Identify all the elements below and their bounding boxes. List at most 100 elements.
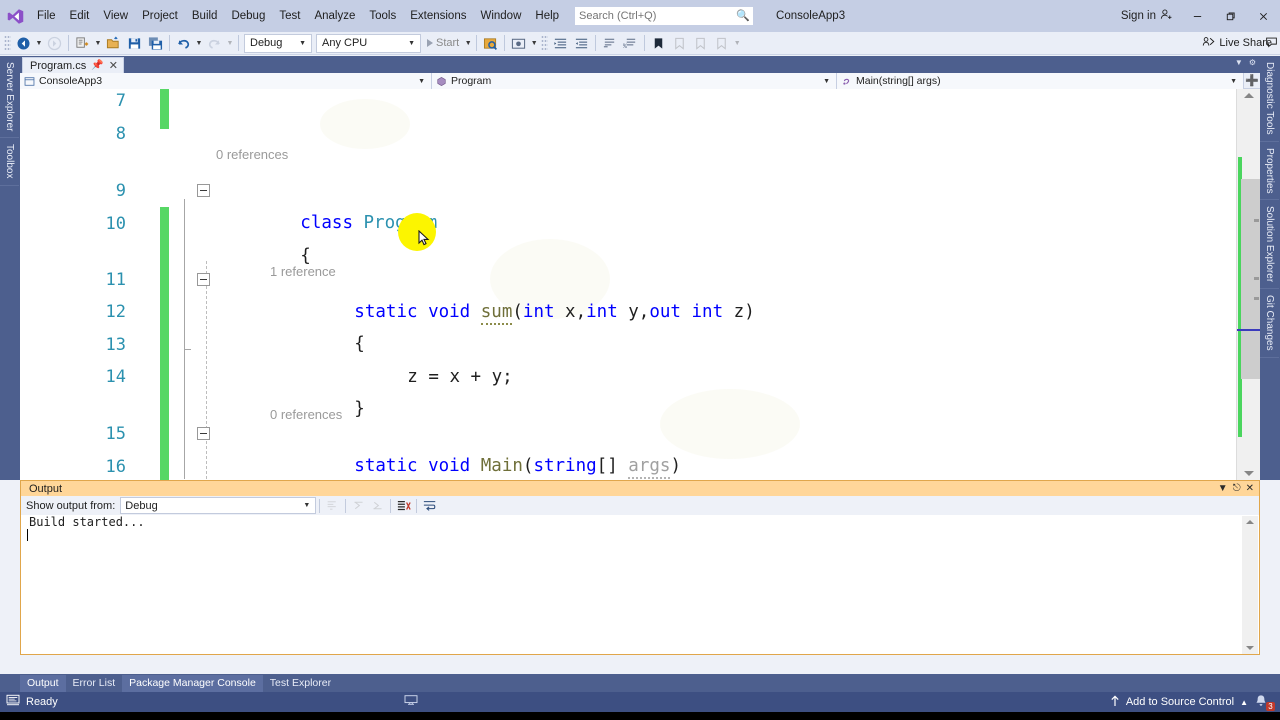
output-toolbar-separator-3 <box>390 498 392 513</box>
fold-toggle-sum[interactable] <box>197 273 210 286</box>
indent-icon[interactable] <box>550 33 571 54</box>
uncomment-icon[interactable]: % <box>620 33 641 54</box>
solution-configuration-combo[interactable]: Debug ▼ <box>244 33 312 53</box>
output-source-combo[interactable]: Debug ▼ <box>120 497 317 514</box>
menu-tools[interactable]: Tools <box>362 5 403 27</box>
chevron-down-icon[interactable]: ▼ <box>1218 483 1228 494</box>
sign-in-button[interactable]: Sign in <box>1113 8 1181 24</box>
undo-dropdown[interactable]: ▼ <box>194 33 204 54</box>
snapshot-icon[interactable] <box>508 33 529 54</box>
redo-icon <box>204 33 225 54</box>
start-dropdown[interactable]: ▼ <box>463 33 473 54</box>
add-to-source-control-label[interactable]: Add to Source Control <box>1126 696 1234 708</box>
fold-toggle-main[interactable] <box>197 427 210 440</box>
code-line-row[interactable]: 10 <box>20 208 1236 240</box>
split-view-icon[interactable]: ➕ <box>1244 73 1260 88</box>
scroll-up-arrow-icon[interactable] <box>1246 520 1254 524</box>
close-button[interactable] <box>1247 0 1280 32</box>
menu-analyze[interactable]: Analyze <box>307 5 362 27</box>
menu-file[interactable]: File <box>30 5 63 27</box>
navbar-project-combo[interactable]: ConsoleApp3 ▼ <box>20 73 432 89</box>
navigate-back-dropdown[interactable]: ▼ <box>34 33 44 54</box>
toolbar-grip[interactable] <box>4 35 11 51</box>
scroll-up-arrow-icon[interactable] <box>1244 93 1254 98</box>
dock-tab-diagnostic-tools[interactable]: Diagnostic Tools <box>1260 56 1279 142</box>
pin-icon[interactable]: 📌 <box>91 60 103 71</box>
menu-edit[interactable]: Edit <box>63 5 97 27</box>
feedback-icon[interactable] <box>1261 32 1280 53</box>
scroll-down-arrow-icon[interactable] <box>1244 471 1254 476</box>
menu-view[interactable]: View <box>96 5 135 27</box>
dock-tab-test-explorer[interactable]: Test Explorer <box>263 675 338 692</box>
scroll-down-arrow-icon[interactable] <box>1246 646 1254 650</box>
dock-tab-error-list[interactable]: Error List <box>66 675 123 692</box>
new-project-dropdown[interactable]: ▼ <box>93 33 103 54</box>
new-project-icon[interactable] <box>72 33 93 54</box>
dock-tab-git-changes[interactable]: Git Changes <box>1260 289 1279 358</box>
search-input[interactable] <box>579 10 735 22</box>
toolbar-overflow[interactable]: ▼ <box>732 33 742 54</box>
editor-vertical-scrollbar[interactable] <box>1236 89 1260 480</box>
menu-extensions[interactable]: Extensions <box>403 5 473 27</box>
editor-tab-program-cs[interactable]: Program.cs 📌 ✕ <box>22 57 124 73</box>
outdent-icon[interactable] <box>571 33 592 54</box>
undo-icon[interactable] <box>173 33 194 54</box>
code-line-row[interactable]: 12 <box>20 296 1236 328</box>
dock-tab-toolbox[interactable]: Toolbox <box>0 138 19 186</box>
dock-tab-solution-explorer[interactable]: Solution Explorer <box>1260 200 1279 290</box>
chevron-down-icon[interactable]: ▼ <box>1235 58 1243 67</box>
show-output-from-label: Show output from: <box>26 499 116 512</box>
code-line-row[interactable]: 16 <box>20 451 1236 480</box>
start-debug-button[interactable]: Start <box>423 33 463 54</box>
chevron-up-icon[interactable]: ▲ <box>1240 698 1248 707</box>
solution-platform-combo[interactable]: Any CPU ▼ <box>316 33 421 53</box>
code-editor[interactable]: 7 8 0 references 9 class Program 10 { <box>20 89 1260 480</box>
code-text-area[interactable]: 7 8 0 references 9 class Program 10 { <box>20 89 1236 480</box>
toolbar-grip-2[interactable] <box>541 35 549 51</box>
chevron-down-icon: ▼ <box>1230 77 1237 85</box>
restore-button[interactable] <box>1214 0 1247 32</box>
dock-tab-package-manager-console[interactable]: Package Manager Console <box>122 675 263 692</box>
snapshot-dropdown[interactable]: ▼ <box>529 33 539 54</box>
menu-project[interactable]: Project <box>135 5 185 27</box>
open-file-icon[interactable] <box>103 33 124 54</box>
toggle-word-wrap-icon[interactable] <box>420 497 439 515</box>
comment-icon[interactable] <box>599 33 620 54</box>
save-all-icon[interactable] <box>145 33 166 54</box>
output-panel-body[interactable]: Build started... <box>20 515 1260 655</box>
gear-icon[interactable]: ⚙ <box>1249 58 1256 67</box>
dock-tab-server-explorer[interactable]: Server Explorer <box>0 56 19 139</box>
code-line-row[interactable]: 14 <box>20 361 1236 393</box>
save-icon[interactable] <box>124 33 145 54</box>
minimize-button[interactable] <box>1181 0 1214 32</box>
menu-help[interactable]: Help <box>528 5 566 27</box>
token-brace: } <box>354 399 365 419</box>
code-line-row[interactable]: 7 <box>20 89 1236 117</box>
pin-icon[interactable]: ⎋ <box>1233 483 1241 494</box>
quick-launch-search[interactable]: 🔍 <box>574 6 755 26</box>
publish-icon[interactable] <box>404 693 418 711</box>
menu-test[interactable]: Test <box>272 5 307 27</box>
close-icon[interactable]: ✕ <box>109 59 118 72</box>
menu-build[interactable]: Build <box>185 5 225 27</box>
notifications-button[interactable]: 3 <box>1254 694 1275 711</box>
navbar-member-combo[interactable]: Main(string[] args) ▼ <box>837 73 1244 89</box>
line-number: 7 <box>115 91 126 111</box>
close-icon[interactable]: ✕ <box>1246 483 1254 494</box>
dock-tab-properties[interactable]: Properties <box>1260 142 1279 201</box>
code-line-row[interactable]: 13 <box>20 329 1236 361</box>
navbar-type-combo[interactable]: Program ▼ <box>432 73 837 89</box>
bookmark-icon[interactable] <box>648 33 669 54</box>
code-line-row[interactable]: 8 <box>20 118 1236 150</box>
dock-tab-output[interactable]: Output <box>20 675 66 692</box>
line-number: 14 <box>105 367 126 387</box>
output-vertical-scrollbar[interactable] <box>1242 516 1258 654</box>
fold-toggle-class[interactable] <box>197 184 210 197</box>
hot-reload-icon[interactable] <box>480 33 501 54</box>
menu-window[interactable]: Window <box>473 5 528 27</box>
clear-all-icon[interactable] <box>394 497 413 515</box>
status-bar-right: Add to Source Control ▲ 3 <box>1110 694 1280 711</box>
codelens-references[interactable]: 0 references <box>216 147 288 162</box>
navigate-back-icon[interactable] <box>13 33 34 54</box>
menu-debug[interactable]: Debug <box>224 5 272 27</box>
